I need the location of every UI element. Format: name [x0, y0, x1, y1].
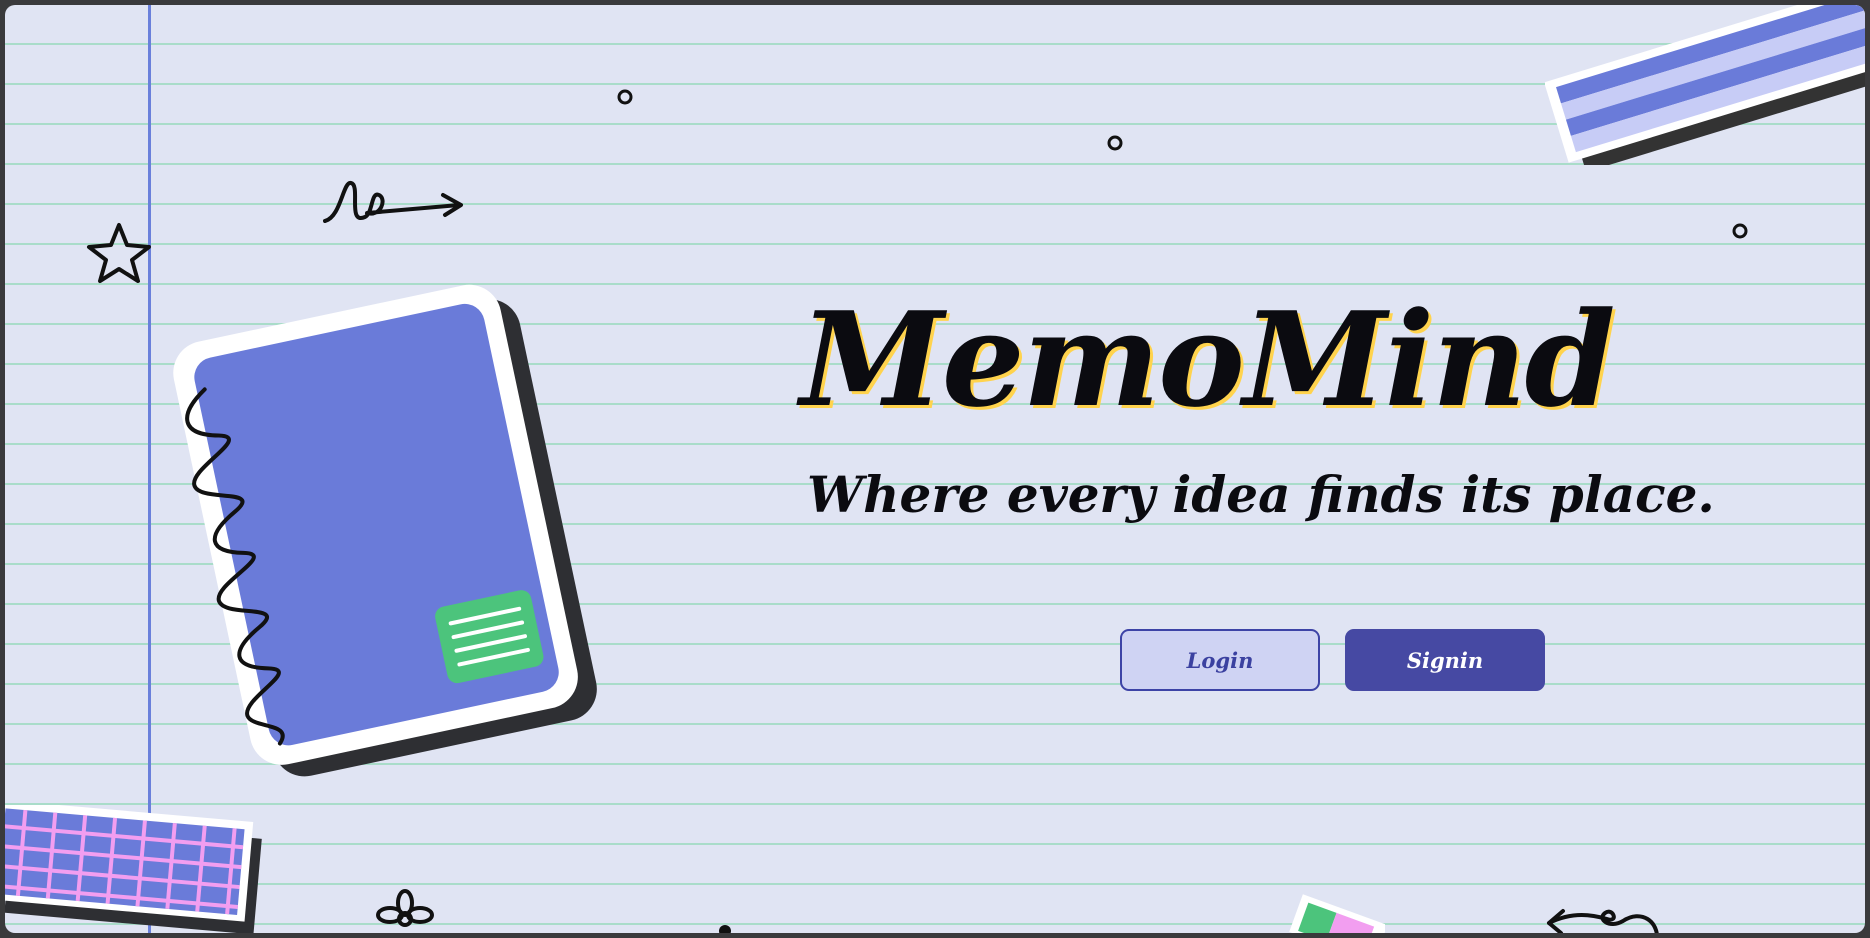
curl-arrow-icon: [1547, 909, 1659, 933]
app-tagline: Where every idea finds its place.: [807, 465, 1715, 524]
small-circle-icon: [1732, 223, 1748, 239]
grid-tape-icon: [5, 805, 262, 933]
small-circle-icon: [719, 925, 731, 933]
landing-page: MemoMind Where every idea finds its plac…: [5, 5, 1865, 933]
app-title: MemoMind: [800, 283, 1616, 436]
washi-tape-icon: [1545, 5, 1865, 165]
small-circle-icon: [617, 89, 633, 105]
flower-icon: [376, 889, 434, 927]
notebook-icon: [173, 284, 597, 777]
loop-arrow-icon: [323, 181, 463, 223]
small-circle-icon: [1107, 135, 1123, 151]
washi-tape-icon: [1289, 894, 1385, 933]
login-button[interactable]: Login: [1120, 629, 1320, 691]
signin-button[interactable]: Signin: [1345, 629, 1545, 691]
